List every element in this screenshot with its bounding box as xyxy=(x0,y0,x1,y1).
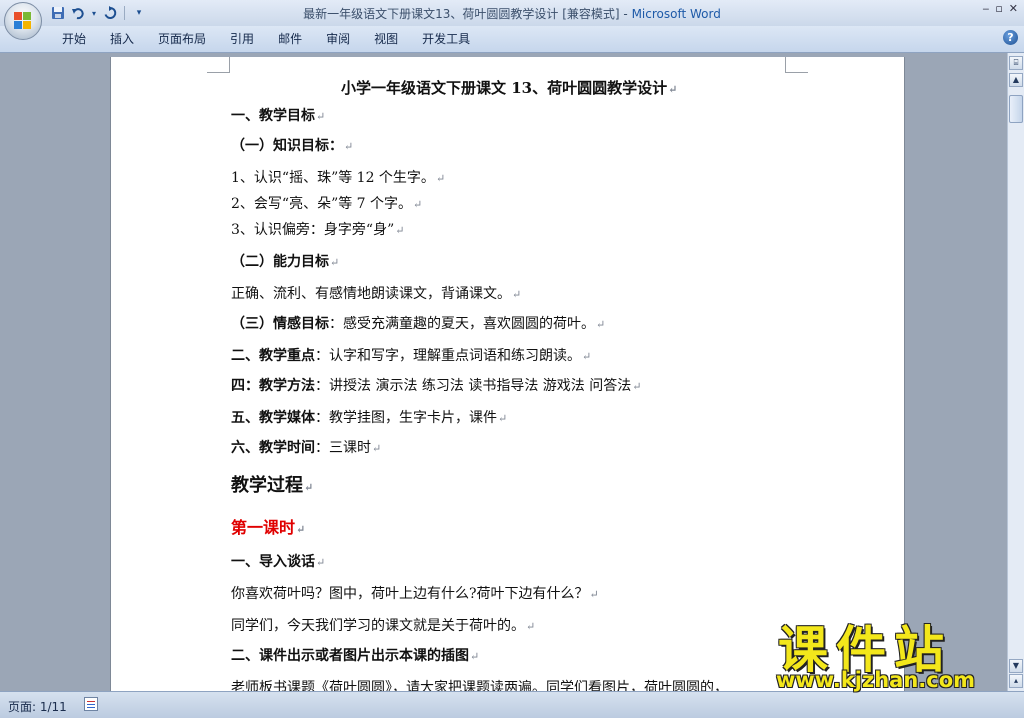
watermark-url: www.kjzhan.com xyxy=(776,668,976,692)
tab-home[interactable]: 开始 xyxy=(50,30,98,48)
crop-mark-right xyxy=(785,57,808,73)
tab-review[interactable]: 审阅 xyxy=(314,30,362,48)
knowledge-item-1: 1、认识“摇、珠”等 12 个生字。↵ xyxy=(231,170,446,186)
previous-page-icon[interactable]: ▴ xyxy=(1009,674,1023,688)
intro-statement: 同学们，今天我们学习的课文就是关于荷叶的。↵ xyxy=(231,618,536,634)
knowledge-heading: （一）知识目标：↵ xyxy=(231,138,354,154)
tab-references[interactable]: 引用 xyxy=(218,30,266,48)
scroll-down-icon[interactable]: ▼ xyxy=(1009,659,1023,673)
office-button-icon xyxy=(14,12,32,30)
quick-access-toolbar: ▾ ▾ xyxy=(50,3,147,23)
close-icon[interactable]: ✕ xyxy=(1009,2,1018,15)
watermark-logo: 课件站 www.kjzhan.com xyxy=(770,610,1010,694)
window-controls: ‒ ▫ ✕ xyxy=(982,2,1018,15)
undo-icon[interactable] xyxy=(70,5,86,21)
tab-developer[interactable]: 开发工具 xyxy=(410,30,482,48)
knowledge-item-2: 2、会写“亮、朵”等 7 个字。↵ xyxy=(231,196,423,212)
ribbon: 开始 插入 页面布局 引用 邮件 审阅 视图 开发工具 ? xyxy=(0,26,1024,53)
window-title: 最新一年级语文下册课文13、荷叶圆圆教学设计 [兼容模式] - Microsof… xyxy=(303,7,721,21)
help-icon[interactable]: ? xyxy=(1003,30,1018,45)
vertical-scrollbar[interactable]: ⌸ ▲ ▼ ▴ xyxy=(1007,53,1024,691)
qat-separator xyxy=(124,6,125,20)
show-heading: 二、课件出示或者图片出示本课的插图↵ xyxy=(231,648,480,664)
scroll-up-icon[interactable]: ▲ xyxy=(1009,73,1023,87)
scroll-thumb[interactable] xyxy=(1009,95,1023,123)
teaching-media: 五、教学媒体：教学挂图，生字卡片，课件↵ xyxy=(231,410,508,426)
emotion-goal: （三）情感目标：感受充满童趣的夏天，喜欢圆圆的荷叶。↵ xyxy=(231,316,606,332)
status-bar: 页面: 1/11 xyxy=(0,691,1024,718)
ribbon-tabs: 开始 插入 页面布局 引用 邮件 审阅 视图 开发工具 xyxy=(50,30,482,48)
intro-question: 你喜欢荷叶吗？图中，荷叶上边有什么?荷叶下边有什么？↵ xyxy=(231,586,599,602)
customize-qat-icon[interactable]: ▾ xyxy=(131,5,147,21)
lesson-one-heading: 第一课时↵ xyxy=(231,518,306,537)
doc-title: 小学一年级语文下册课文 13、荷叶圆圆教学设计↵ xyxy=(341,79,678,97)
undo-dropdown-icon[interactable]: ▾ xyxy=(90,5,98,21)
crop-mark-left xyxy=(207,57,230,73)
document-page[interactable]: 小学一年级语文下册课文 13、荷叶圆圆教学设计↵ 一、教学目标↵ （一）知识目标… xyxy=(110,57,905,691)
title-bar: 最新一年级语文下册课文13、荷叶圆圆教学设计 [兼容模式] - Microsof… xyxy=(0,0,1024,26)
intro-heading: 一、导入谈话↵ xyxy=(231,554,326,570)
office-button[interactable] xyxy=(4,2,42,40)
redo-icon[interactable] xyxy=(102,5,118,21)
ability-heading: （二）能力目标↵ xyxy=(231,254,340,270)
save-icon[interactable] xyxy=(50,5,66,21)
document-status-icon[interactable] xyxy=(84,697,98,711)
page-number-indicator[interactable]: 页面: 1/11 xyxy=(8,698,67,715)
last-line: 老师板书课题《荷叶圆圆》，请大家把课题读两遍。同学们看图片，荷叶圆圆的， xyxy=(231,680,728,691)
minimize-icon[interactable]: ‒ xyxy=(982,2,989,15)
teaching-focus: 二、教学重点：认字和写字，理解重点词语和练习朗读。↵ xyxy=(231,348,592,364)
ability-text: 正确、流利、有感情地朗读课文，背诵课文。↵ xyxy=(231,286,522,302)
tab-view[interactable]: 视图 xyxy=(362,30,410,48)
teaching-time: 六、教学时间：三课时↵ xyxy=(231,440,382,456)
knowledge-item-3: 3、认识偏旁：身字旁“身”↵ xyxy=(231,222,405,238)
teaching-methods: 四：教学方法：讲授法 演示法 练习法 读书指导法 游戏法 问答法↵ xyxy=(231,378,642,394)
ruler-icon[interactable]: ⌸ xyxy=(1009,56,1023,70)
tab-page-layout[interactable]: 页面布局 xyxy=(146,30,218,48)
process-heading: 教学过程↵ xyxy=(231,475,314,496)
tab-mailings[interactable]: 邮件 xyxy=(266,30,314,48)
tab-insert[interactable]: 插入 xyxy=(98,30,146,48)
goals-heading: 一、教学目标↵ xyxy=(231,108,326,124)
maximize-icon[interactable]: ▫ xyxy=(995,2,1002,15)
document-area: 小学一年级语文下册课文 13、荷叶圆圆教学设计↵ 一、教学目标↵ （一）知识目标… xyxy=(0,53,1007,691)
